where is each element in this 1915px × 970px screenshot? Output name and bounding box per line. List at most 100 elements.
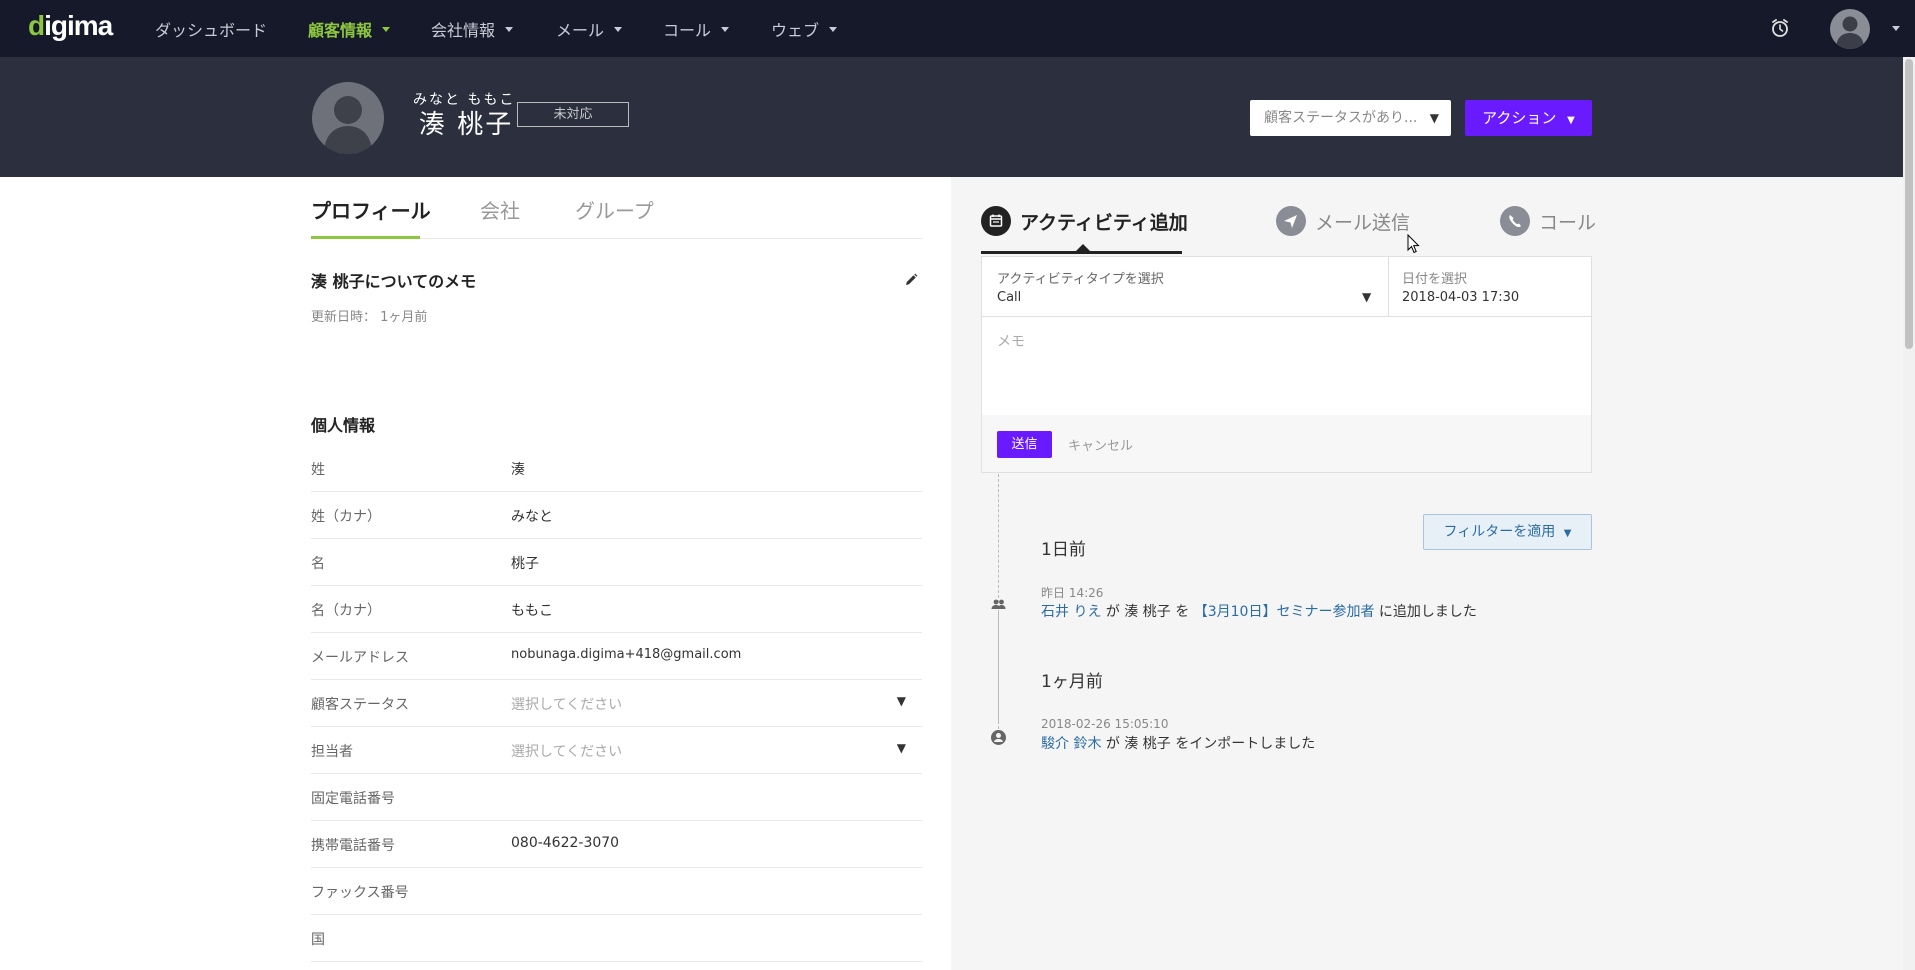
field-value[interactable]: 湊 xyxy=(511,459,525,479)
field-row-last-name-kana: 姓（カナ） みなと xyxy=(311,492,922,539)
timeline-entry-text: 駿介 鈴木 が 湊 桃子 をインポートしました xyxy=(1041,733,1315,753)
field-row-first-name-kana: 名（カナ） ももこ xyxy=(311,586,922,633)
status-badge: 未対応 xyxy=(517,102,629,127)
field-row-last-name: 姓 湊 xyxy=(311,445,922,492)
active-tab-indicator xyxy=(311,236,420,239)
nav-call-label: コール xyxy=(663,21,712,40)
field-row-country: 国 xyxy=(311,915,922,962)
form-divider xyxy=(982,316,1591,317)
date-picker-value[interactable]: 2018-04-03 17:30 xyxy=(1402,290,1519,305)
tab-company[interactable]: 会社 xyxy=(480,195,520,224)
timeline-text: が 湊 桃子 を xyxy=(1101,604,1194,620)
activity-type-label: アクティビティタイプを選択 xyxy=(997,272,1164,287)
tab-add-activity[interactable]: アクティビティ追加 xyxy=(981,206,1188,236)
timeline-text: が 湊 桃子 をインポートしました xyxy=(1101,736,1316,752)
nav-customers[interactable]: 顧客情報 xyxy=(308,17,391,41)
calendar-glyph xyxy=(989,214,1003,227)
memo-textarea[interactable]: メモ xyxy=(997,331,1025,351)
field-select-placeholder[interactable]: 選択してください xyxy=(511,694,622,714)
nav-customers-label: 顧客情報 xyxy=(308,21,373,40)
section-personal-info: 個人情報 xyxy=(311,416,376,435)
form-divider xyxy=(1388,257,1389,316)
field-value[interactable]: 桃子 xyxy=(511,553,539,573)
field-label: メールアドレス xyxy=(311,650,409,666)
action-button[interactable]: アクション ▼ xyxy=(1465,100,1592,136)
cancel-button[interactable]: キャンセル xyxy=(1068,435,1133,454)
nav-call[interactable]: コール xyxy=(663,17,730,41)
field-row-email: メールアドレス nobunaga.digima+418@gmail.com xyxy=(311,633,922,680)
chevron-down-icon xyxy=(721,26,730,32)
field-value[interactable]: 080-4622-3070 xyxy=(511,835,619,851)
activity-type-value[interactable]: Call xyxy=(997,290,1021,305)
nav-companies-label: 会社情報 xyxy=(431,21,496,40)
user-avatar[interactable] xyxy=(1830,9,1870,49)
field-row-mobile: 携帯電話番号 080-4622-3070 xyxy=(311,821,922,868)
field-label: 姓（カナ） xyxy=(311,509,381,525)
mouse-cursor-icon xyxy=(1407,234,1420,254)
nav-mail-label: メール xyxy=(556,21,605,40)
group-link[interactable]: 【3月10日】セミナー参加者 xyxy=(1194,604,1375,620)
chevron-down-icon xyxy=(505,26,514,32)
field-value[interactable]: みなと xyxy=(511,506,553,526)
page-scrollbar[interactable] xyxy=(1903,57,1915,970)
field-value[interactable]: ももこ xyxy=(511,600,553,620)
timeline-entry-time: 2018-02-26 15:05:10 xyxy=(1041,717,1169,731)
date-picker-label: 日付を選択 xyxy=(1402,272,1468,287)
field-label: 名 xyxy=(311,556,325,572)
apply-filter-button[interactable]: フィルターを適用 ▼ xyxy=(1423,514,1592,550)
phone-icon xyxy=(1500,206,1530,236)
nav-dashboard[interactable]: ダッシュボード xyxy=(155,17,267,41)
field-label: 担当者 xyxy=(311,744,353,760)
tab-send-mail[interactable]: メール送信 xyxy=(1276,206,1410,236)
field-row-first-name: 名 桃子 xyxy=(311,539,922,586)
field-row-fax: ファックス番号 xyxy=(311,868,922,915)
apply-filter-label: フィルターを適用 xyxy=(1443,524,1556,540)
chevron-down-icon[interactable]: ▼ xyxy=(1362,290,1371,304)
tab-call[interactable]: コール xyxy=(1500,206,1596,236)
calendar-icon xyxy=(981,206,1011,236)
actor-link[interactable]: 石井 りえ xyxy=(1041,604,1101,620)
field-row-landline: 固定電話番号 xyxy=(311,774,922,821)
chevron-down-icon: ▼ xyxy=(896,741,906,755)
field-row-customer-status[interactable]: 顧客ステータス 選択してください ▼ xyxy=(311,680,922,727)
tab-send-mail-label: メール送信 xyxy=(1315,211,1411,234)
active-tab-pointer xyxy=(1076,244,1090,251)
chevron-down-icon[interactable] xyxy=(1892,26,1900,31)
send-button[interactable]: 送信 xyxy=(997,431,1052,458)
scrollbar-thumb[interactable] xyxy=(1905,59,1913,349)
edit-pencil-icon[interactable] xyxy=(903,272,919,288)
customer-status-placeholder: 顧客ステータスがあり... xyxy=(1264,110,1418,126)
chevron-down-icon xyxy=(382,26,391,32)
tab-group[interactable]: グループ xyxy=(575,195,654,224)
nav-web[interactable]: ウェブ xyxy=(771,17,838,41)
nav-web-label: ウェブ xyxy=(771,21,820,40)
profile-header xyxy=(0,57,1903,177)
field-label: 姓 xyxy=(311,462,325,478)
chevron-down-icon: ▼ xyxy=(1429,111,1439,125)
chevron-down-icon: ▼ xyxy=(1567,115,1575,126)
digima-logo[interactable]: digima xyxy=(28,10,113,42)
active-tab-indicator xyxy=(981,251,1182,254)
chevron-down-icon: ▼ xyxy=(1563,528,1572,539)
field-label: 国 xyxy=(311,932,325,948)
customer-status-select[interactable]: 顧客ステータスがあり... ▼ xyxy=(1250,100,1451,136)
profile-avatar xyxy=(312,82,384,154)
nav-mail[interactable]: メール xyxy=(556,17,623,41)
timeline-line xyxy=(998,610,999,724)
tab-call-label: コール xyxy=(1539,211,1597,234)
nav-companies[interactable]: 会社情報 xyxy=(431,17,514,41)
chevron-down-icon xyxy=(614,26,623,32)
actor-link[interactable]: 駿介 鈴木 xyxy=(1041,736,1101,752)
field-label: 顧客ステータス xyxy=(311,697,409,713)
timeline-text: に追加しました xyxy=(1374,604,1477,620)
field-value[interactable]: nobunaga.digima+418@gmail.com xyxy=(511,647,741,662)
alarm-icon[interactable] xyxy=(1769,17,1791,39)
phone-glyph xyxy=(1509,215,1521,228)
field-select-placeholder[interactable]: 選択してください xyxy=(511,741,622,761)
field-row-owner[interactable]: 担当者 選択してください ▼ xyxy=(311,727,922,774)
activity-form: アクティビティタイプを選択 Call ▼ 日付を選択 2018-04-03 17… xyxy=(981,256,1592,473)
tab-profile[interactable]: プロフィール xyxy=(311,195,431,224)
timeline-group-heading: 1日前 xyxy=(1041,540,1086,560)
person-silhouette-icon xyxy=(1836,16,1864,49)
logo-text: igima xyxy=(44,10,113,41)
